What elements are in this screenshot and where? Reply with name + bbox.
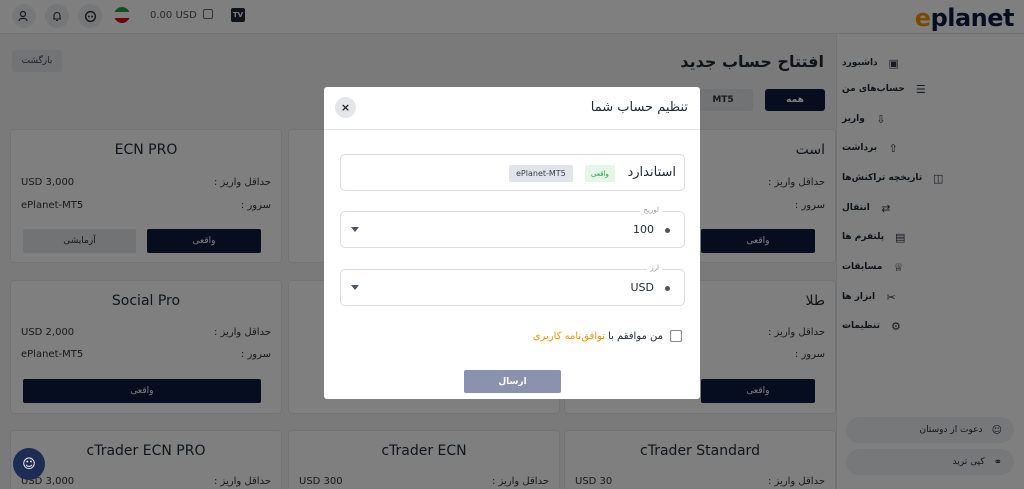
server-badge: ePlanet-MT5	[509, 165, 573, 182]
leverage-label: لوریج	[640, 206, 662, 214]
caret-down-icon[interactable]	[351, 227, 359, 232]
caret-down-icon[interactable]	[351, 285, 359, 290]
account-real-badge: واقعی	[585, 165, 615, 182]
account-type-name: استاندارد	[627, 165, 676, 180]
bullet-icon	[665, 286, 670, 291]
leverage-select[interactable]: لوریج 100	[340, 206, 685, 248]
chat-support-icon[interactable]: ☺	[13, 448, 45, 480]
selected-account-box: استاندارد واقعی ePlanet-MT5	[340, 154, 685, 191]
bullet-icon	[665, 228, 670, 233]
submit-button[interactable]: ارسال	[464, 370, 561, 393]
user-agreement-link[interactable]: توافق‌نامه کاربری	[533, 331, 605, 342]
modal-title: تنظیم حساب شما	[590, 100, 688, 115]
currency-label: ارز	[647, 264, 662, 272]
close-icon[interactable]: ×	[335, 97, 356, 118]
agreement-text: من موافقم با	[608, 330, 663, 342]
currency-select[interactable]: ارز USD	[340, 264, 685, 306]
agreement-row: من موافقم با توافق‌نامه کاربری	[533, 330, 682, 342]
currency-value: USD	[630, 281, 654, 294]
account-setup-modal: تنظیم حساب شما × استاندارد واقعی ePlanet…	[324, 87, 700, 399]
agreement-checkbox[interactable]	[670, 330, 682, 342]
leverage-value: 100	[633, 223, 654, 236]
modal-header: تنظیم حساب شما ×	[324, 87, 700, 130]
